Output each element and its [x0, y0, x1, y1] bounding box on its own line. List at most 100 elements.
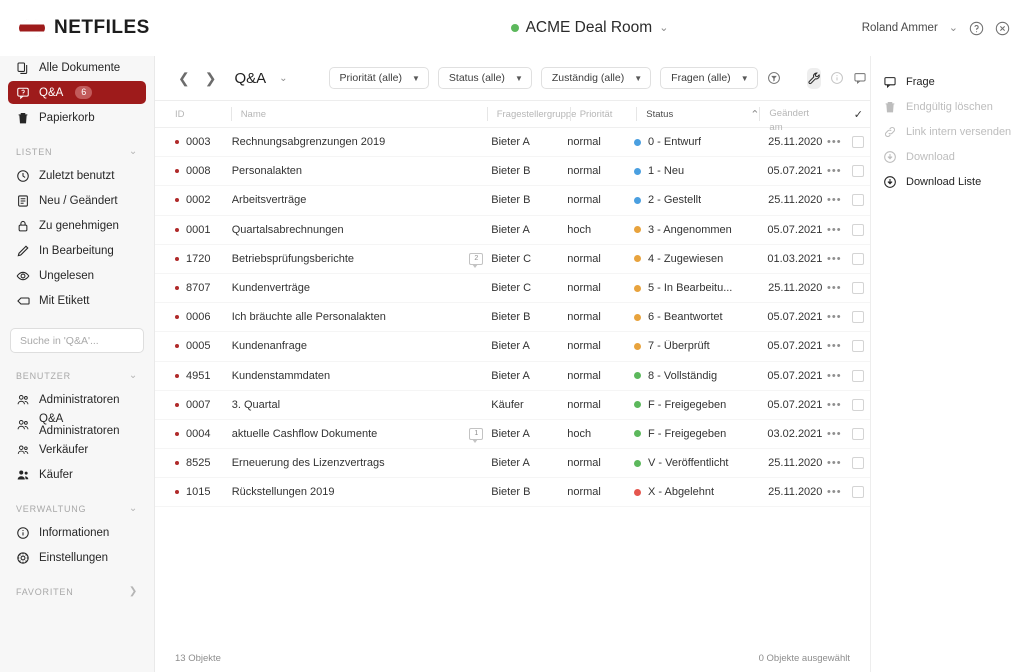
- table-row[interactable]: 0007 3. Quartal Käufer normal F - Freigegebe…: [155, 391, 870, 420]
- table-row[interactable]: 0002 Arbeitsverträge Bieter B normal 2 - Ges…: [155, 186, 870, 216]
- row-checkbox[interactable]: [852, 194, 865, 207]
- chevron-down-icon[interactable]: ⌄: [949, 22, 958, 34]
- table-row[interactable]: 8525 Erneuerung des Lizenzvertrags Bieter …: [155, 449, 870, 479]
- search-input[interactable]: [20, 334, 134, 347]
- comment-count-badge[interactable]: 2: [469, 252, 484, 268]
- table-row[interactable]: 4951 Kundenstammdaten Bieter A normal 8 - Vo…: [155, 362, 870, 391]
- breadcrumb[interactable]: Q&A: [234, 70, 266, 87]
- sidebar-section-verwaltung-header[interactable]: VERWALTUNG ⌄: [0, 503, 154, 514]
- sidebar-item-papierkorb[interactable]: Papierkorb: [8, 106, 146, 129]
- nav-back-button[interactable]: ❮: [175, 70, 193, 87]
- sidebar-item-kaeufer[interactable]: Käufer: [8, 463, 146, 486]
- row-checkbox[interactable]: [852, 136, 865, 149]
- cell-select[interactable]: [846, 165, 870, 178]
- select-all-checkbox[interactable]: ✓: [847, 108, 870, 121]
- cell-select[interactable]: [846, 136, 870, 149]
- chevron-down-icon[interactable]: ⌄: [129, 370, 138, 381]
- row-menu-button[interactable]: •••: [822, 282, 846, 294]
- table-row[interactable]: 0004 aktuelle Cashflow Dokumente 1 Bieter A…: [155, 420, 870, 450]
- table-row[interactable]: 0006 Ich bräuchte alle Personalakten Biete…: [155, 303, 870, 333]
- table-row[interactable]: 0005 Kundenanfrage Bieter A normal 7 - Überp…: [155, 332, 870, 362]
- sidebar-item-neu-geaendert[interactable]: Neu / Geändert: [8, 189, 146, 212]
- row-menu-button[interactable]: •••: [822, 428, 846, 440]
- row-menu-button[interactable]: •••: [822, 194, 846, 206]
- row-menu-button[interactable]: •••: [822, 340, 846, 352]
- row-checkbox[interactable]: [852, 486, 865, 499]
- row-checkbox[interactable]: [852, 311, 865, 324]
- user-menu-label[interactable]: Roland Ammer: [862, 22, 938, 34]
- sidebar-item-qa[interactable]: Q&A 6: [8, 81, 146, 104]
- close-circle-icon[interactable]: [995, 21, 1010, 36]
- filter-clear-button[interactable]: [767, 68, 781, 89]
- tools-button[interactable]: [806, 67, 821, 89]
- help-circle-icon[interactable]: [969, 21, 984, 36]
- status-filter[interactable]: Status (alle) ▼: [437, 67, 532, 89]
- brand-logo[interactable]: NETFILES: [0, 17, 155, 39]
- sidebar-item-qa-administratoren[interactable]: Q&A Administratoren: [8, 413, 146, 437]
- column-header-prioritaet[interactable]: Priorität: [569, 107, 637, 121]
- chevron-right-icon[interactable]: ❯: [129, 586, 138, 597]
- column-header-name[interactable]: Name: [230, 107, 487, 121]
- row-menu-button[interactable]: •••: [822, 399, 846, 411]
- row-menu-button[interactable]: •••: [822, 253, 846, 265]
- column-header-fragestellergruppe[interactable]: Fragestellergruppe: [486, 107, 576, 121]
- sidebar-item-informationen[interactable]: Informationen: [8, 521, 146, 544]
- fragen-filter[interactable]: Fragen (alle) ▼: [660, 67, 758, 89]
- table-row[interactable]: 0008 Personalakten Bieter B normal 1 - Neu 05…: [155, 157, 870, 187]
- sidebar-search[interactable]: [10, 328, 144, 353]
- sidebar-section-favoriten-header[interactable]: FAVORITEN ❯: [0, 586, 154, 597]
- cell-select[interactable]: [846, 311, 870, 324]
- table-row[interactable]: 0001 Quartalsabrechnungen Bieter A hoch 3 - …: [155, 216, 870, 245]
- chevron-down-icon[interactable]: ⌄: [129, 503, 138, 514]
- sidebar-item-administratoren[interactable]: Administratoren: [8, 388, 146, 411]
- cell-select[interactable]: [846, 457, 870, 470]
- cell-select[interactable]: [846, 282, 870, 295]
- row-checkbox[interactable]: [852, 427, 865, 440]
- table-row[interactable]: 8707 Kundenverträge Bieter C normal 5 - In B…: [155, 274, 870, 304]
- cell-select[interactable]: [846, 194, 870, 207]
- sidebar-item-zuletzt-benutzt[interactable]: Zuletzt benutzt: [8, 164, 146, 187]
- column-header-id[interactable]: ID: [175, 107, 231, 121]
- sidebar-section-benutzer-header[interactable]: BENUTZER ⌄: [0, 370, 154, 381]
- sidebar-item-mit-etikett[interactable]: Mit Etikett: [8, 289, 146, 312]
- row-checkbox[interactable]: [852, 340, 865, 353]
- cell-select[interactable]: [846, 252, 870, 265]
- cell-select[interactable]: [846, 486, 870, 499]
- row-checkbox[interactable]: [852, 165, 865, 178]
- column-header-status[interactable]: Status ⌃: [636, 107, 759, 121]
- nav-forward-button[interactable]: ❯: [202, 70, 220, 87]
- row-menu-button[interactable]: •••: [822, 370, 846, 382]
- row-menu-button[interactable]: •••: [822, 165, 846, 177]
- cell-select[interactable]: [846, 223, 870, 236]
- action-download-liste[interactable]: Download Liste: [871, 169, 1024, 194]
- info-button[interactable]: [830, 68, 844, 89]
- cell-select[interactable]: [846, 340, 870, 353]
- table-row[interactable]: 1015 Rückstellungen 2019 Bieter B normal X -…: [155, 478, 870, 508]
- sidebar-item-in-bearbeitung[interactable]: In Bearbeitung: [8, 239, 146, 262]
- chevron-down-icon[interactable]: ⌄: [279, 73, 287, 84]
- sidebar-item-zu-genehmigen[interactable]: Zu genehmigen: [8, 214, 146, 237]
- comments-button[interactable]: [853, 68, 867, 89]
- zustaendig-filter[interactable]: Zuständig (alle) ▼: [540, 67, 652, 89]
- sidebar-item-einstellungen[interactable]: Einstellungen: [8, 546, 146, 569]
- row-checkbox[interactable]: [852, 282, 865, 295]
- row-checkbox[interactable]: [852, 252, 865, 265]
- row-menu-button[interactable]: •••: [822, 457, 846, 469]
- cell-select[interactable]: [846, 427, 870, 440]
- action-frage[interactable]: Frage: [871, 69, 1024, 94]
- row-menu-button[interactable]: •••: [822, 311, 846, 323]
- sidebar-item-ungelesen[interactable]: Ungelesen: [8, 264, 146, 287]
- cell-select[interactable]: [846, 398, 870, 411]
- row-menu-button[interactable]: •••: [822, 486, 846, 498]
- sidebar-item-alle-dokumente[interactable]: Alle Dokumente: [8, 56, 146, 79]
- chevron-down-icon[interactable]: ⌄: [129, 146, 138, 157]
- sidebar-section-listen-header[interactable]: LISTEN ⌄: [0, 146, 154, 157]
- row-menu-button[interactable]: •••: [822, 224, 846, 236]
- comment-count-badge[interactable]: 1: [469, 427, 484, 443]
- row-checkbox[interactable]: [852, 369, 865, 382]
- row-menu-button[interactable]: •••: [822, 136, 846, 148]
- row-checkbox[interactable]: [852, 457, 865, 470]
- column-header-geaendert-am[interactable]: Geändert am: [759, 107, 823, 133]
- table-row[interactable]: 0003 Rechnungsabgrenzungen 2019 Bieter A no…: [155, 128, 870, 158]
- cell-select[interactable]: [846, 369, 870, 382]
